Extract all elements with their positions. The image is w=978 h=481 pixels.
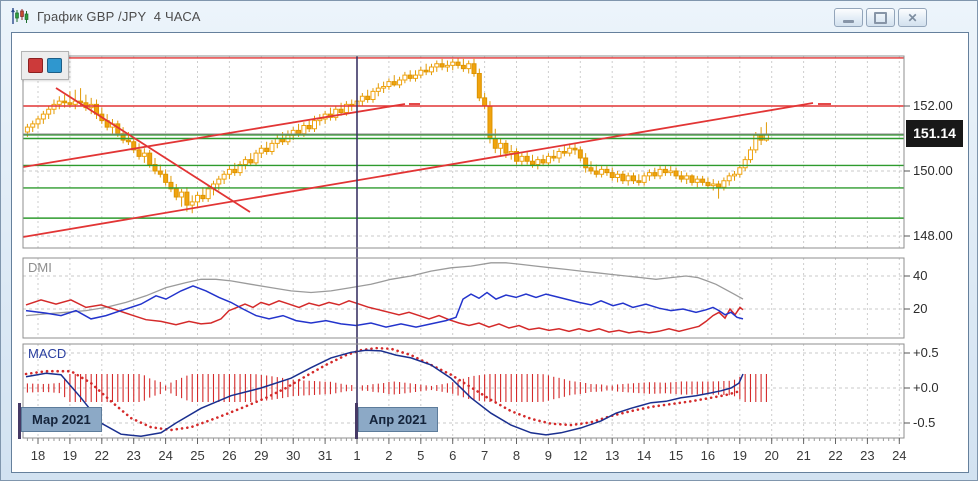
- price-axis-label: 150.00: [913, 163, 953, 178]
- x-axis-day-label: 23: [126, 448, 141, 463]
- x-axis-day-label: 29: [254, 448, 269, 463]
- price-axis-label: 152.00: [913, 98, 953, 113]
- macd-axis-label: +0.0: [913, 380, 939, 395]
- x-axis-day-label: 21: [796, 448, 811, 463]
- x-axis-day-label: 8: [512, 448, 521, 463]
- x-axis-day-label: 25: [190, 448, 205, 463]
- x-axis-day-label: 1: [353, 448, 361, 463]
- chart-plot-area[interactable]: [1, 1, 978, 481]
- x-axis-day-label: 24: [892, 448, 907, 463]
- current-price-tag: 151.14: [906, 120, 963, 147]
- x-axis-day-label: 18: [30, 448, 46, 463]
- main-price-pane: [23, 56, 904, 248]
- macd-pane-label: MACD: [28, 346, 67, 361]
- month-label-mar: Мар 2021: [21, 407, 102, 432]
- x-axis-day-label: 14: [636, 448, 652, 463]
- x-axis-day-label: 31: [317, 448, 333, 463]
- x-axis-day-label: 22: [94, 448, 110, 463]
- chart-window: График GBP /JPY 4 ЧАСА ✕ DMI MACD 151.14…: [0, 0, 978, 481]
- x-axis-day-label: 20: [764, 448, 779, 463]
- price-axis-label: 148.00: [913, 228, 953, 243]
- dmi-pane: [23, 258, 904, 338]
- x-axis-day-label: 6: [449, 448, 457, 463]
- month-label-apr: Апр 2021: [358, 407, 438, 432]
- x-axis-day-label: 19: [62, 448, 78, 463]
- x-axis-day-label: 24: [158, 448, 173, 463]
- x-axis-day-label: 26: [222, 448, 237, 463]
- month-accent-bar: [355, 403, 358, 439]
- x-axis-day-label: 5: [417, 448, 425, 463]
- macd-axis-label: -0.5: [913, 415, 936, 430]
- x-axis-day-label: 2: [385, 448, 393, 463]
- drawing-toolbar: [21, 51, 69, 80]
- x-axis-day-label: 30: [285, 448, 301, 463]
- x-axis-day-label: 19: [732, 448, 748, 463]
- dmi-axis-label: 40: [913, 268, 928, 283]
- macd-pane: [23, 344, 904, 438]
- x-axis-day-label: 15: [668, 448, 684, 463]
- x-axis-day-label: 13: [604, 448, 620, 463]
- month-accent-bar: [18, 403, 21, 439]
- red-square-tool-button[interactable]: [28, 58, 43, 73]
- x-axis-day-label: 16: [700, 448, 716, 463]
- dmi-axis-label: 20: [913, 301, 928, 316]
- x-axis-day-label: 12: [573, 448, 588, 463]
- x-axis-day-label: 9: [544, 448, 552, 463]
- x-axis-day-label: 7: [480, 448, 489, 463]
- blue-square-tool-button[interactable]: [47, 58, 62, 73]
- dmi-pane-label: DMI: [28, 260, 52, 275]
- x-axis-day-label: 23: [860, 448, 875, 463]
- macd-axis-label: +0.5: [913, 345, 939, 360]
- x-axis-day-label: 22: [828, 448, 843, 463]
